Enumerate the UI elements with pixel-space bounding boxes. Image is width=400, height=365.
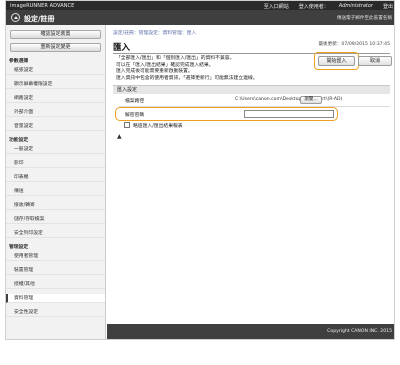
sidebar-heading-preferences: 參數選擇 xyxy=(9,59,29,64)
skip-report-checkbox[interactable] xyxy=(124,122,130,128)
main-content: 設定/註冊：管理設定：資料管理：匯入 匯入 最後更新：07/09/2015 10… xyxy=(107,25,394,339)
copyright-text: Copyright CANON INC. 2015 xyxy=(327,329,392,334)
sidebar-item-receive-forward[interactable]: 接收/轉寄 xyxy=(6,201,105,210)
page-title: 匯入 xyxy=(113,43,131,53)
login-user-label: 登入使用者： xyxy=(298,4,329,10)
import-settings-heading: 匯入設定 xyxy=(113,85,390,94)
sidebar-heading-management: 管理設定 xyxy=(9,245,29,250)
app-title: 設定/註冊 xyxy=(24,15,55,23)
sidebar-item-general[interactable]: 一般設定 xyxy=(6,145,105,154)
file-path-value: C:\Users\canon.com\Desktop\for import\(R… xyxy=(235,97,343,102)
confirm-device-settings-button[interactable]: 確認設定裝置 xyxy=(10,30,101,39)
note-line: 匯入資訊中包含的使用者資訊，「選擇更新行」可能無法建立連線。 xyxy=(116,75,258,81)
settings-home-icon[interactable] xyxy=(11,13,20,22)
import-notes: 「全部匯入/匯出」和「個別匯入/匯出」的資料不兼容。 可以在「匯入/匯出結果」確… xyxy=(116,56,311,82)
sidebar-item-device-management[interactable]: 裝置管理 xyxy=(6,266,105,275)
sidebar-item-secure-print[interactable]: 安全列印設定 xyxy=(6,229,105,238)
sidebar-item-store-access[interactable]: 儲存/存取檔案 xyxy=(6,215,105,224)
cancel-button[interactable]: 取消 xyxy=(358,56,392,66)
portal-link[interactable]: 至入口網站 xyxy=(264,3,289,10)
sidebar-item-printer[interactable]: 印表機 xyxy=(6,173,105,182)
skip-report-label: 略過匯入/匯出結果報表 xyxy=(133,124,183,129)
sidebar: 確認設定裝置 重新設定變更 參數選擇 紙張設定 顯示屏幕權限設定 網路設定 外部… xyxy=(6,25,106,339)
sidebar-item-external-interface[interactable]: 外部介面 xyxy=(6,108,105,117)
footer: Copyright CANON INC. 2015 xyxy=(107,324,394,339)
logout-link[interactable]: 登出 xyxy=(383,3,393,10)
browse-button[interactable]: 瀏覽... xyxy=(300,96,322,104)
decrypt-password-label: 解密密碼 xyxy=(125,113,145,118)
sidebar-item-data-management[interactable]: 資料管理 xyxy=(6,294,105,303)
sidebar-item-copy[interactable]: 影印 xyxy=(6,159,105,168)
sidebar-item-volume[interactable]: 音量設定 xyxy=(6,122,105,131)
brand-logo-text: imageRUNNER ADVANCE xyxy=(10,3,75,9)
sidebar-item-paper[interactable]: 紙張設定 xyxy=(6,66,105,75)
login-user-name: Administrator xyxy=(338,3,373,9)
decrypt-password-input[interactable] xyxy=(244,110,334,118)
last-updated-text: 最後更新：07/09/2015 10:37:45 xyxy=(318,42,390,47)
back-to-top-icon[interactable]: ▲ xyxy=(117,133,122,140)
file-path-label: 檔案路徑 xyxy=(125,99,145,104)
sidebar-item-display[interactable]: 顯示屏幕權限設定 xyxy=(6,80,105,89)
sidebar-item-network[interactable]: 網路設定 xyxy=(6,94,105,103)
sidebar-heading-functions: 功能設定 xyxy=(9,138,29,143)
top-bar: imageRUNNER ADVANCE 至入口網站 登入使用者： Adminis… xyxy=(6,1,394,10)
note-line: 匯入完成後可能需要重新啟動裝置。 xyxy=(116,69,193,75)
sidebar-item-send[interactable]: 傳送 xyxy=(6,187,105,196)
browser-page: imageRUNNER ADVANCE 至入口網站 登入使用者： Adminis… xyxy=(5,0,395,340)
device-name-link[interactable]: 傳送電子郵件至此裝置名稱 xyxy=(337,15,392,21)
top-links: 至入口網站 登入使用者： Administrator 登出 xyxy=(264,3,393,10)
breadcrumb[interactable]: 設定/註冊：管理設定：資料管理：匯入 xyxy=(113,29,196,36)
note-line: 「全部匯入/匯出」和「個別匯入/匯出」的資料不兼容。 xyxy=(116,56,235,61)
sidebar-item-license-other[interactable]: 授權/其他 xyxy=(6,280,105,289)
app-header: 設定/註冊 傳送電子郵件至此裝置名稱 xyxy=(6,10,394,25)
sidebar-item-security[interactable]: 安全性設定 xyxy=(6,308,105,317)
sidebar-item-user-management[interactable]: 使用者管理 xyxy=(6,252,105,261)
reset-changes-button[interactable]: 重新設定變更 xyxy=(10,43,101,52)
start-import-button[interactable]: 開始匯入 xyxy=(318,56,355,66)
